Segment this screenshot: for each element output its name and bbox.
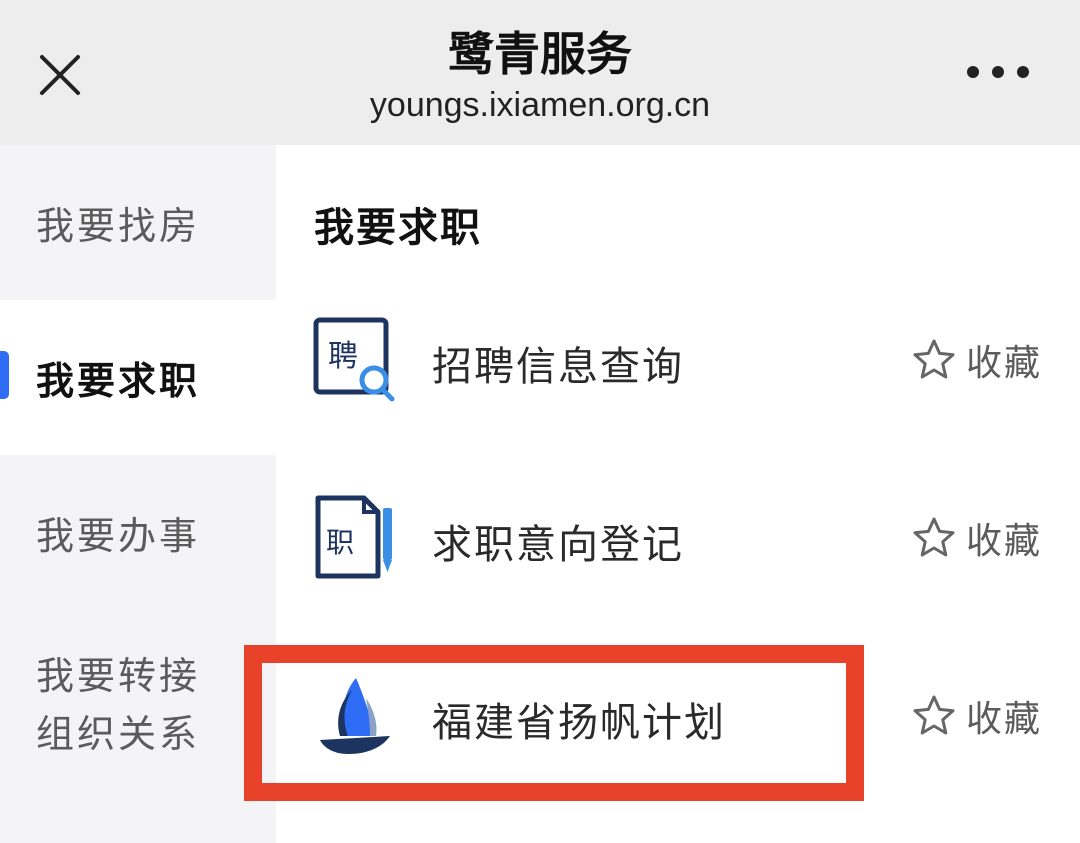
service-item-label: 招聘信息查询: [432, 344, 684, 390]
favorite-button[interactable]: 收藏: [912, 512, 1042, 564]
service-item-job-register[interactable]: 职 求职意向登记 收藏: [276, 480, 1080, 600]
sidebar-item-find-house[interactable]: 我要找房: [0, 145, 276, 300]
more-button[interactable]: [958, 52, 1038, 92]
star-icon: [913, 517, 955, 557]
favorite-label: 收藏: [966, 699, 1043, 740]
sidebar-item-label: 我要找房: [36, 204, 201, 248]
favorite-label: 收藏: [966, 521, 1043, 562]
more-dots-icon: [967, 66, 1029, 78]
sidebar-item-job-seeking[interactable]: 我要求职: [0, 300, 276, 455]
sidebar-item-label: 我要办事: [36, 514, 201, 558]
sidebar-item-label-line2: 组织关系: [36, 712, 201, 756]
page-title: 鹭青服务: [448, 27, 632, 81]
top-bar: 鹭青服务 youngs.ixiamen.org.cn: [0, 0, 1080, 145]
sidebar-item-transfer-org[interactable]: 我要转接 组织关系: [0, 625, 276, 785]
recruit-search-icon: 聘: [313, 317, 395, 402]
star-icon: [913, 339, 955, 379]
sailboat-icon: [320, 678, 390, 754]
service-item-label: 求职意向登记: [432, 522, 684, 568]
service-item-recruit-search[interactable]: 聘 招聘信息查询 收藏: [276, 302, 1080, 422]
sidebar-item-affairs[interactable]: 我要办事: [0, 455, 276, 610]
active-indicator: [0, 351, 9, 399]
page-url: youngs.ixiamen.org.cn: [369, 86, 711, 124]
sidebar-item-label-line1: 我要转接: [36, 654, 201, 698]
favorite-label: 收藏: [966, 343, 1043, 384]
section-title: 我要求职: [314, 205, 482, 251]
service-item-yangfan-plan[interactable]: 福建省扬帆计划 收藏: [276, 658, 1080, 778]
recruit-icon-text: 聘: [328, 339, 358, 374]
job-register-icon: 职: [315, 495, 392, 579]
service-item-label: 福建省扬帆计划: [432, 700, 726, 746]
favorite-button[interactable]: 收藏: [912, 690, 1042, 742]
favorite-button[interactable]: 收藏: [912, 334, 1042, 386]
sidebar-item-label: 我要求职: [36, 359, 201, 403]
register-icon-text: 职: [326, 526, 354, 559]
star-icon: [913, 695, 955, 735]
sidebar: 我要找房 我要求职 我要办事 我要转接 组织关系: [0, 145, 276, 843]
